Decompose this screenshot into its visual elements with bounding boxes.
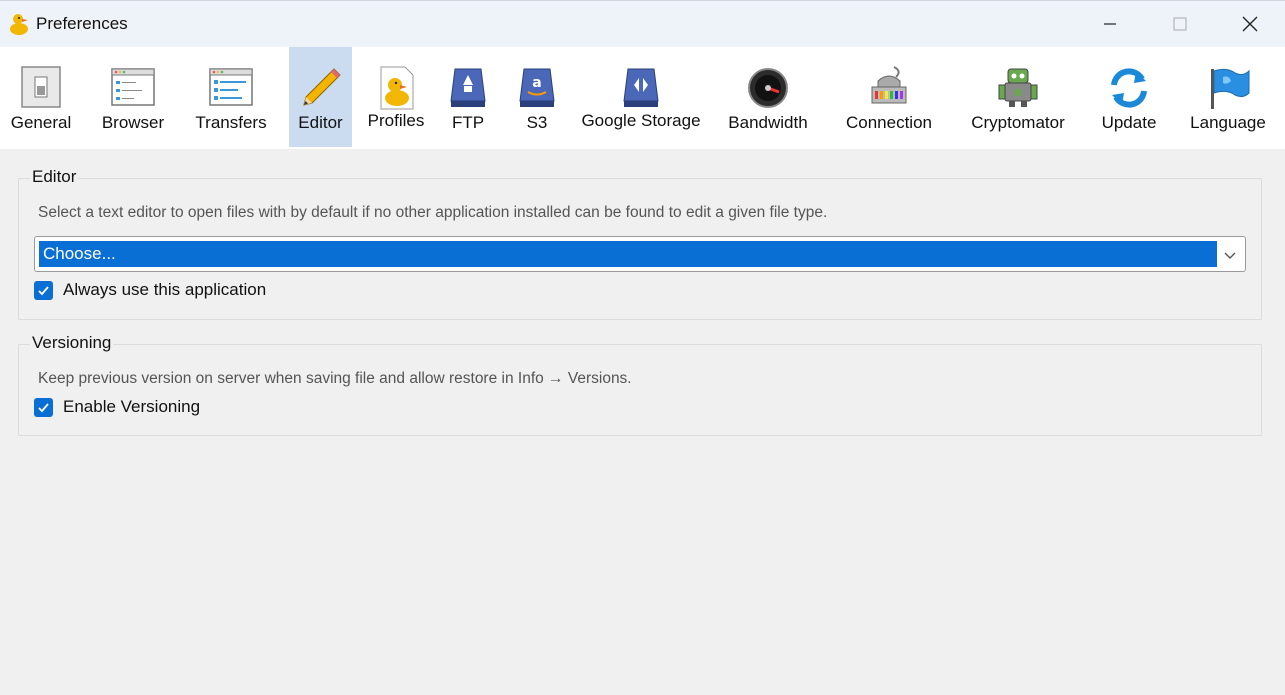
tab-label: Editor bbox=[298, 113, 343, 132]
editor-select-value: Choose... bbox=[39, 241, 1217, 267]
tab-label: Browser bbox=[101, 113, 165, 132]
tab-s3[interactable]: a S3 bbox=[510, 47, 564, 147]
checkmark-icon bbox=[38, 402, 49, 412]
flag-icon bbox=[1211, 68, 1250, 109]
tab-google-storage[interactable]: Google Storage bbox=[578, 47, 704, 147]
enable-versioning-checkbox-row[interactable]: Enable Versioning bbox=[34, 397, 200, 417]
preferences-toolbar: General Browser Transfers Editor Profile… bbox=[0, 47, 1285, 149]
versioning-group bbox=[18, 344, 1262, 436]
editor-group-title: Editor bbox=[30, 167, 79, 187]
always-use-label: Always use this application bbox=[63, 280, 267, 299]
tab-language[interactable]: Language bbox=[1184, 47, 1272, 147]
network-adapter-icon bbox=[871, 66, 907, 104]
minimize-icon bbox=[1104, 23, 1116, 25]
enable-versioning-checkbox[interactable] bbox=[34, 397, 53, 417]
tab-label: Profiles bbox=[367, 111, 425, 130]
tab-label: FTP bbox=[451, 113, 485, 132]
tab-editor[interactable]: Editor bbox=[289, 47, 352, 147]
transfers-window-icon bbox=[209, 68, 253, 106]
tab-label: Bandwidth bbox=[728, 113, 808, 132]
switch-icon bbox=[21, 66, 61, 108]
tab-bandwidth[interactable]: Bandwidth bbox=[722, 47, 814, 147]
tab-browser[interactable]: Browser bbox=[94, 47, 172, 147]
editor-description: Select a text editor to open files with … bbox=[38, 204, 828, 221]
refresh-icon bbox=[1111, 68, 1147, 108]
amazon-drive-icon: a bbox=[519, 68, 555, 107]
checkmark-icon bbox=[38, 285, 49, 295]
chevron-down-icon bbox=[1224, 252, 1236, 259]
close-button[interactable] bbox=[1215, 1, 1285, 47]
versioning-description: Keep previous version on server when sav… bbox=[38, 370, 632, 387]
window-title: Preferences bbox=[36, 14, 128, 33]
title-bar: Preferences bbox=[0, 0, 1285, 47]
tab-label: Connection bbox=[845, 113, 932, 132]
robot-icon bbox=[998, 68, 1038, 107]
google-drive-icon bbox=[623, 68, 659, 107]
close-icon bbox=[1242, 16, 1258, 32]
tab-ftp[interactable]: FTP bbox=[440, 47, 496, 147]
tab-label: Google Storage bbox=[581, 111, 701, 130]
minimize-button[interactable] bbox=[1075, 1, 1145, 47]
tab-profiles[interactable]: Profiles bbox=[362, 47, 430, 147]
tab-label: Language bbox=[1190, 113, 1266, 132]
pencil-icon bbox=[302, 68, 341, 106]
duck-app-icon bbox=[10, 14, 28, 35]
tab-transfers[interactable]: Transfers bbox=[192, 47, 270, 147]
maximize-icon bbox=[1173, 17, 1187, 31]
svg-text:a: a bbox=[532, 75, 541, 91]
tab-label: S3 bbox=[526, 113, 548, 132]
tab-connection[interactable]: Connection bbox=[838, 47, 940, 147]
gauge-icon bbox=[748, 68, 788, 108]
tab-label: Cryptomator bbox=[971, 113, 1065, 132]
always-use-checkbox-row[interactable]: Always use this application bbox=[34, 280, 266, 300]
browser-window-icon bbox=[111, 68, 155, 106]
tab-update[interactable]: Update bbox=[1094, 47, 1164, 147]
tab-cryptomator[interactable]: Cryptomator bbox=[962, 47, 1074, 147]
tab-label: General bbox=[10, 113, 72, 132]
tab-label: Transfers bbox=[195, 113, 267, 132]
always-use-checkbox[interactable] bbox=[34, 280, 53, 300]
ftp-drive-icon bbox=[450, 68, 486, 107]
editor-select[interactable]: Choose... bbox=[34, 236, 1246, 272]
versioning-group-title: Versioning bbox=[30, 333, 114, 353]
maximize-button[interactable] bbox=[1145, 1, 1215, 47]
duck-document-icon bbox=[380, 66, 414, 110]
enable-versioning-label: Enable Versioning bbox=[63, 397, 201, 416]
tab-general[interactable]: General bbox=[2, 47, 80, 147]
tab-label: Update bbox=[1101, 113, 1157, 132]
